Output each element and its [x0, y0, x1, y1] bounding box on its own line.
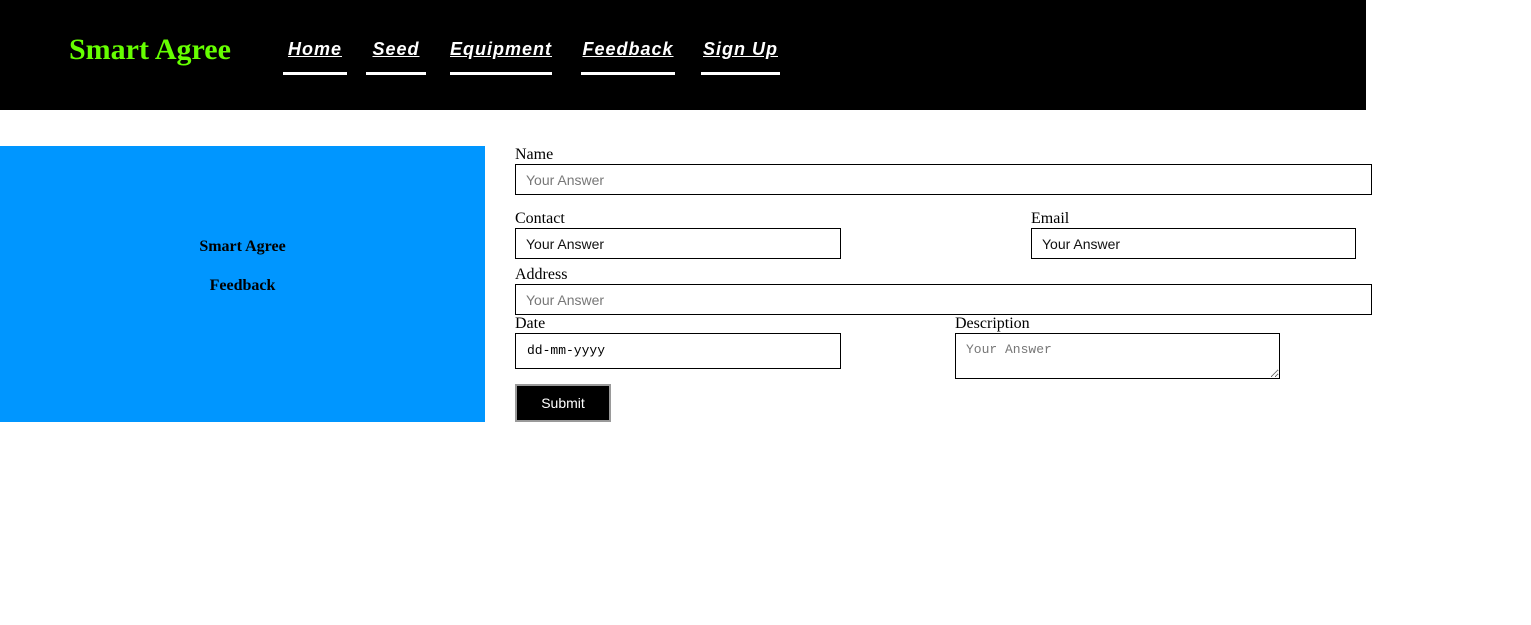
date-input[interactable]: dd-mm-yyyy [515, 333, 841, 369]
contact-label: Contact [515, 210, 565, 227]
description-label: Description [955, 315, 1030, 332]
nav-link-home[interactable]: Home [283, 36, 347, 75]
side-panel-title: Smart Agree [199, 238, 286, 255]
name-label: Name [515, 146, 554, 163]
nav-link-equipment[interactable]: Equipment [450, 36, 552, 75]
brand-logo-text[interactable]: Smart Agree [69, 30, 231, 70]
address-input[interactable] [515, 284, 1372, 315]
email-label: Email [1031, 210, 1070, 227]
address-label: Address [515, 266, 568, 283]
date-label: Date [515, 315, 546, 332]
name-input[interactable] [515, 164, 1372, 195]
side-panel-subtitle: Feedback [209, 277, 276, 294]
top-navigation-bar: Smart Agree Home Seed Equipment Feedback… [0, 0, 1366, 110]
email-input[interactable] [1031, 228, 1356, 259]
nav-link-sign-up[interactable]: Sign Up [701, 36, 780, 75]
contact-input[interactable] [515, 228, 841, 259]
description-textarea[interactable] [955, 333, 1280, 379]
side-banner-panel: Smart Agree Feedback [0, 146, 485, 422]
nav-link-seed[interactable]: Seed [366, 36, 426, 75]
submit-button[interactable]: Submit [515, 384, 611, 422]
nav-link-feedback[interactable]: Feedback [581, 36, 675, 75]
